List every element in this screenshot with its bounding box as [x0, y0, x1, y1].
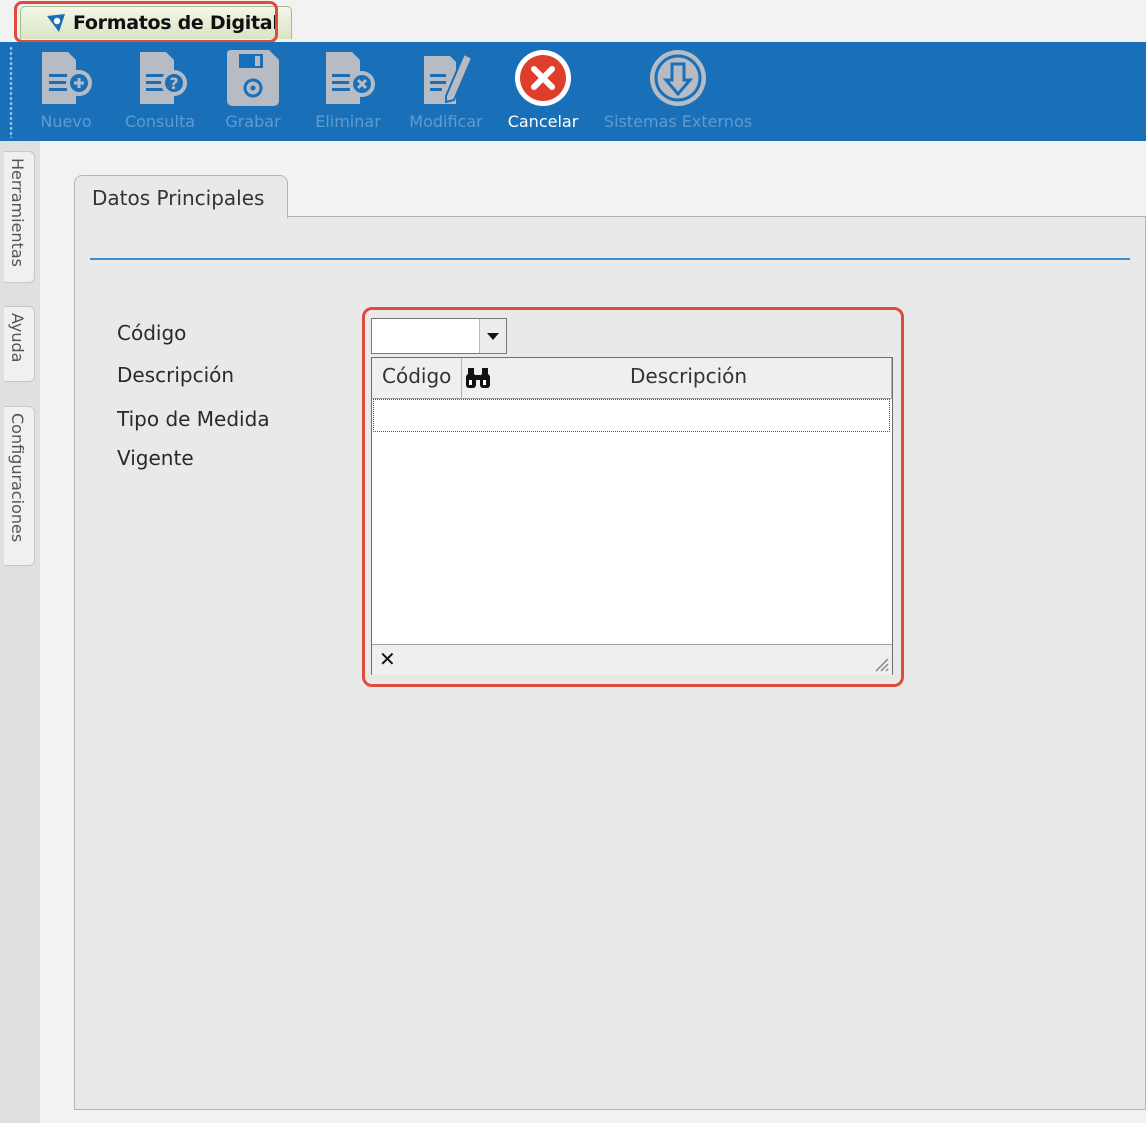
cancelar-button[interactable]: Cancelar: [503, 48, 583, 131]
side-tab-herramientas-label: Herramientas: [8, 158, 27, 267]
side-tab-herramientas[interactable]: Herramientas: [4, 151, 35, 283]
cancelar-label: Cancelar: [507, 112, 579, 131]
sistemas-externos-label: Sistemas Externos: [603, 112, 753, 131]
svg-text:?: ?: [169, 74, 178, 93]
tab-datos-principales-label: Datos Principales: [92, 186, 265, 210]
consulta-label: Consulta: [124, 112, 196, 131]
grabar-label: Grabar: [225, 112, 281, 131]
eliminar-button[interactable]: Eliminar: [313, 48, 383, 131]
section-separator: [90, 258, 1130, 260]
side-panel: Herramientas Ayuda Configuraciones: [0, 141, 40, 1123]
nuevo-label: Nuevo: [40, 112, 92, 131]
delete-document-icon: [326, 52, 375, 104]
field-label-descripcion: Descripción: [117, 363, 235, 387]
tab-datos-principales[interactable]: Datos Principales: [74, 175, 288, 218]
external-systems-icon: [650, 50, 706, 106]
edit-pencil-icon: [424, 52, 474, 104]
field-label-vigente: Vigente: [117, 446, 194, 470]
nuevo-button[interactable]: Nuevo: [36, 48, 96, 131]
cancel-x-icon: [515, 50, 571, 106]
side-tab-configuraciones-label: Configuraciones: [8, 413, 27, 543]
highlight-box-tab: [14, 1, 278, 43]
side-tab-ayuda-label: Ayuda: [8, 313, 27, 363]
grabar-button[interactable]: Grabar: [222, 48, 284, 131]
modificar-label: Modificar: [409, 112, 483, 131]
side-tab-ayuda[interactable]: Ayuda: [4, 306, 35, 382]
highlight-box-dropdown: [362, 307, 904, 687]
sistemas-externos-button[interactable]: Sistemas Externos: [598, 48, 758, 131]
save-disk-icon: [227, 50, 279, 106]
field-label-tipo-medida: Tipo de Medida: [117, 407, 270, 431]
field-label-codigo: Código: [117, 321, 187, 345]
consulta-button[interactable]: ? Consulta: [121, 48, 199, 131]
new-document-icon: [42, 52, 92, 104]
query-document-icon: ?: [140, 52, 187, 104]
modificar-button[interactable]: Modificar: [404, 48, 488, 131]
eliminar-label: Eliminar: [315, 112, 381, 131]
side-tab-configuraciones[interactable]: Configuraciones: [4, 406, 35, 566]
toolbar: Nuevo ? Consulta Grabar Eliminar Modific…: [0, 42, 1146, 141]
toolbar-grip[interactable]: [9, 46, 13, 138]
